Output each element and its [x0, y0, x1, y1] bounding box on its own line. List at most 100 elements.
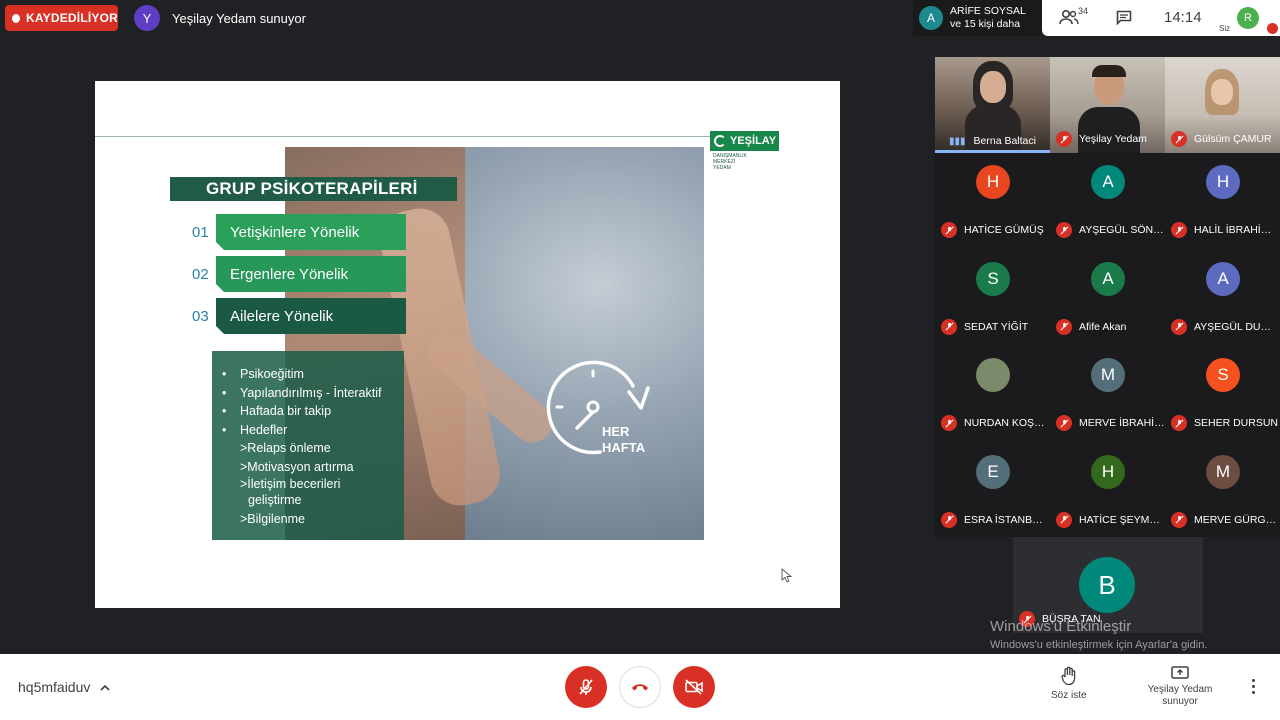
sub-bullet: >Bilgilenme: [240, 512, 305, 526]
participant-avatar: S: [976, 261, 1010, 296]
participant-tile[interactable]: A AYŞEGÜL SÖN…: [1050, 154, 1165, 250]
mic-off-icon: [1056, 511, 1072, 528]
participant-avatar: M: [1206, 454, 1240, 489]
participant-tile[interactable]: E ESRA İSTANB…: [935, 444, 1050, 540]
participant-tile[interactable]: A Afife Akan: [1050, 251, 1165, 347]
active-speakers-chip[interactable]: A ARİFE SOYSAL ve 15 kişi daha: [913, 0, 1041, 36]
mic-off-icon: [1056, 131, 1072, 147]
chevron-up-icon: [100, 684, 110, 691]
bullet-box: • Psikoeğitim • Yapılandırılmış - İnterakt…: [212, 351, 404, 540]
item-label: Ergenlere Yönelik: [216, 256, 406, 292]
camera-off-icon: [685, 679, 703, 695]
presenter-text: Yeşilay Yedam sunuyor: [172, 10, 306, 26]
raise-hand-button[interactable]: Söz iste: [1051, 666, 1087, 702]
participant-name: HATİCE GÜMÜŞ: [964, 224, 1044, 236]
participant-avatar: A: [1091, 261, 1125, 296]
mic-off-icon: [941, 511, 957, 528]
activation-subtitle: Windows'u etkinleştirmek için Ayarlar'a …: [990, 639, 1208, 651]
windows-activation-watermark: Windows'u Etkinleştir Windows'u etkinleş…: [990, 618, 1207, 651]
mouse-cursor-icon: [781, 568, 792, 583]
video-tile[interactable]: Gülsüm ÇAMUR: [1165, 57, 1280, 153]
sub-bullet: >Relaps önleme: [240, 441, 331, 455]
mic-off-icon: [1171, 318, 1187, 335]
mic-off-icon: [1056, 415, 1072, 431]
participant-avatar: H: [976, 165, 1010, 199]
more-vert-icon: [1252, 679, 1255, 682]
hand-icon: [1061, 666, 1076, 686]
participant-avatar: E: [976, 454, 1010, 489]
list-item: 03 Ailelere Yönelik: [192, 298, 406, 334]
participant-name: NURDAN KOŞ…: [964, 417, 1045, 429]
present-label-2: sunuyor: [1162, 696, 1198, 707]
video-tile[interactable]: Yeşilay Yedam: [1050, 57, 1165, 153]
sub-bullet: geliştirme: [248, 493, 302, 507]
microphone-toggle-button[interactable]: [565, 666, 607, 708]
participant-avatar: [976, 358, 1010, 392]
mic-off-icon: [1171, 415, 1187, 431]
participant-name: HALİL İBRAHİ…: [1194, 224, 1272, 236]
speaker-avatar: A: [919, 6, 943, 30]
people-icon: [1059, 9, 1079, 25]
participant-name: Berna Baltaci: [973, 135, 1036, 147]
self-label: Siz: [1219, 24, 1231, 33]
participant-tile[interactable]: H HALİL İBRAHİ…: [1165, 154, 1280, 250]
participant-name: SEHER DURSUN: [1194, 417, 1279, 429]
mic-off-icon: [1056, 222, 1072, 238]
participant-tile[interactable]: H HATİCE GÜMÜŞ: [935, 154, 1050, 250]
participant-name: SEDAT YİĞİT: [964, 320, 1029, 333]
chat-button[interactable]: [1116, 10, 1132, 30]
participant-tile[interactable]: A AYŞEGÜL DU…: [1165, 251, 1280, 347]
self-mic-off-icon: [1267, 23, 1278, 34]
clock-line: HER: [602, 424, 630, 439]
presentation-slide: YEŞİLAY DANIŞMANLIK MERKEZİ YEDAM GRUP P…: [95, 81, 840, 608]
mic-off-icon: [941, 222, 957, 238]
more-options-button[interactable]: [1252, 679, 1255, 694]
participant-grid: H HATİCE GÜMÜŞ A AYŞEGÜL SÖN… H HALİL İB…: [935, 153, 1280, 537]
participant-tile[interactable]: M MERVE İBRAHİ…: [1050, 347, 1165, 443]
video-tile[interactable]: ▮▮▮ Berna Baltaci: [935, 57, 1050, 153]
crescent-icon: [714, 135, 726, 147]
speaker-others: ve 15 kişi daha: [950, 18, 1021, 30]
bullet: Haftada bir takip: [240, 404, 332, 418]
participant-name: MERVE İBRAHİ…: [1079, 417, 1165, 429]
presenter-avatar: Y: [134, 5, 160, 31]
bullet: Hedefler: [240, 422, 288, 437]
participant-tile[interactable]: S SEDAT YİĞİT: [935, 251, 1050, 347]
self-avatar[interactable]: R: [1237, 7, 1259, 29]
mic-off-icon: [579, 679, 593, 695]
bottom-control-bar: hq5mfaiduv Söz iste Yeşilay Yedam sunuyo…: [0, 654, 1280, 720]
bullet: Yapılandırılmış - İnteraktif: [240, 385, 382, 400]
participant-name: Yeşilay Yedam: [1079, 133, 1147, 145]
item-number: 01: [192, 223, 209, 241]
list-item: 02 Ergenlere Yönelik: [192, 256, 406, 292]
list-item: 01 Yetişkinlere Yönelik: [192, 214, 406, 250]
meeting-code: hq5mfaiduv: [18, 679, 91, 695]
participant-name: HATİCE ŞEYM…: [1079, 513, 1160, 526]
yesilay-logo: YEŞİLAY DANIŞMANLIK MERKEZİ YEDAM: [710, 131, 783, 171]
meeting-details-button[interactable]: hq5mfaiduv: [18, 679, 110, 695]
participant-avatar: B: [1079, 557, 1135, 613]
leave-call-button[interactable]: [619, 666, 661, 708]
mic-off-icon: [941, 318, 957, 335]
sub-bullet: >Motivasyon artırma: [240, 459, 354, 474]
participant-tile[interactable]: NURDAN KOŞ…: [935, 347, 1050, 443]
camera-toggle-button[interactable]: [673, 666, 715, 708]
participant-tile[interactable]: S SEHER DURSUN: [1165, 347, 1280, 443]
activation-title: Windows'u Etkinleştir: [990, 618, 1132, 635]
participant-avatar: A: [1206, 261, 1240, 296]
participant-avatar: A: [1091, 165, 1125, 199]
mic-off-icon: [1056, 318, 1072, 335]
participant-tile[interactable]: H HATİCE ŞEYM…: [1050, 444, 1165, 540]
people-count: 34: [1078, 6, 1089, 16]
present-button[interactable]: Yeşilay Yedam sunuyor: [1146, 666, 1214, 708]
sub-bullet: >İletişim becerileri: [240, 477, 341, 491]
mic-off-icon: [1171, 131, 1187, 147]
clock: 14:14: [1164, 9, 1202, 26]
logo-sub-line: YEDAM: [713, 165, 731, 171]
present-screen-icon: [1171, 666, 1189, 679]
participant-tile[interactable]: M MERVE GÜRG…: [1165, 444, 1280, 540]
participant-name: AYŞEGÜL SÖN…: [1079, 224, 1164, 236]
chat-icon: [1116, 10, 1132, 26]
mic-off-icon: [941, 415, 957, 431]
people-button[interactable]: 34: [1059, 6, 1089, 25]
